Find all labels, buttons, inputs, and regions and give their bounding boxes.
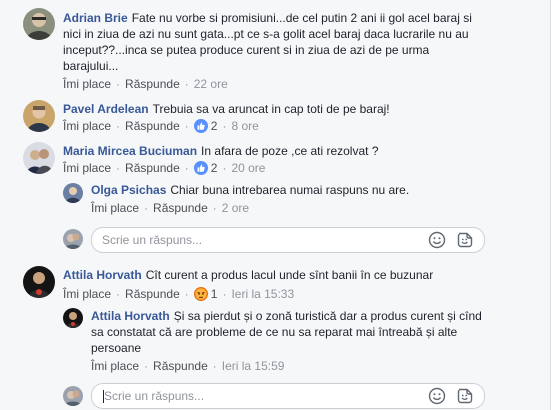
thumbs-up-icon[interactable] [193,119,208,137]
like-button[interactable]: Îmi place [91,359,139,373]
comment-text: Olga Psichas Chiar buna intrebarea numai … [91,182,486,198]
comment-author[interactable]: Adrian Brie [63,11,128,25]
reply-input[interactable] [104,384,404,408]
reply-button[interactable]: Răspunde [125,119,180,133]
like-button[interactable]: Îmi place [63,161,111,175]
reply-input[interactable] [102,228,402,252]
comment-author[interactable]: Attila Horvath [63,268,142,282]
comment-actions: Îmi place · Răspunde · 22 ore [63,77,228,91]
like-button[interactable]: Îmi place [91,201,139,215]
comment-actions: Îmi place · Răspunde · 1 · Ieri la 15:33 [63,286,294,305]
timestamp[interactable]: 20 ore [231,161,265,175]
comment-text: Attila Horvath Și sa pierdut și o zonă tu… [91,308,486,356]
comment-body: Cît curent a produs lacul unde sînt bani… [145,268,434,282]
comment-author[interactable]: Attila Horvath [91,309,170,323]
reply-box [91,227,485,253]
reaction-count[interactable]: 1 [211,287,218,301]
comment-actions: Îmi place · Răspunde · Ieri la 15:59 [91,359,285,373]
angry-face-icon[interactable] [193,287,208,305]
reaction-count[interactable]: 2 [211,119,218,133]
avatar[interactable] [63,308,83,328]
comment-actions: Îmi place · Răspunde · 2 · 20 ore [63,160,265,179]
comment-text: Adrian Brie Fate nu vorbe si promisiuni..… [63,10,483,74]
avatar[interactable] [23,8,55,40]
comment-text: Pavel Ardelean Trebuia sa va aruncat in c… [63,101,483,117]
timestamp[interactable]: 2 ore [222,201,249,215]
avatar[interactable] [23,100,55,132]
reply-button[interactable]: Răspunde [153,201,208,215]
smiley-icon[interactable] [428,231,446,249]
timestamp[interactable]: Ieri la 15:33 [231,287,294,301]
avatar [63,229,83,249]
reply-button[interactable]: Răspunde [125,161,180,175]
comment-body: Chiar buna intrebarea numai raspuns nu a… [170,183,410,197]
comment-text: Maria Mircea Buciuman In afara de poze ,c… [63,143,483,159]
like-button[interactable]: Îmi place [63,119,111,133]
avatar[interactable] [23,266,55,298]
sticker-icon[interactable] [456,387,474,405]
smiley-icon[interactable] [428,387,446,405]
reply-box [91,383,485,409]
comment-actions: Îmi place · Răspunde · 2 · 8 ore [63,118,259,137]
comment-body: In afara de poze ,ce ati rezolvat ? [201,144,379,158]
comment-text: Attila Horvath Cît curent a produs lacul … [63,267,483,283]
avatar[interactable] [23,142,55,174]
reply-button[interactable]: Răspunde [125,287,180,301]
like-button[interactable]: Îmi place [63,287,111,301]
like-button[interactable]: Îmi place [63,77,111,91]
sticker-icon[interactable] [456,231,474,249]
timestamp[interactable]: 22 ore [194,77,228,91]
reaction-count[interactable]: 2 [211,161,218,175]
comment-author[interactable]: Maria Mircea Buciuman [63,144,197,158]
avatar [63,386,83,406]
comment-body: Trebuia sa va aruncat in cap toti de pe … [152,102,390,116]
timestamp[interactable]: Ieri la 15:59 [222,359,285,373]
comment-actions: Îmi place · Răspunde · 2 ore [91,201,250,215]
reply-button[interactable]: Răspunde [153,359,208,373]
timestamp[interactable]: 8 ore [231,119,258,133]
avatar[interactable] [63,183,83,203]
reply-button[interactable]: Răspunde [125,77,180,91]
comment-author[interactable]: Pavel Ardelean [63,102,149,116]
thumbs-up-icon[interactable] [193,161,208,179]
comment-author[interactable]: Olga Psichas [91,183,166,197]
